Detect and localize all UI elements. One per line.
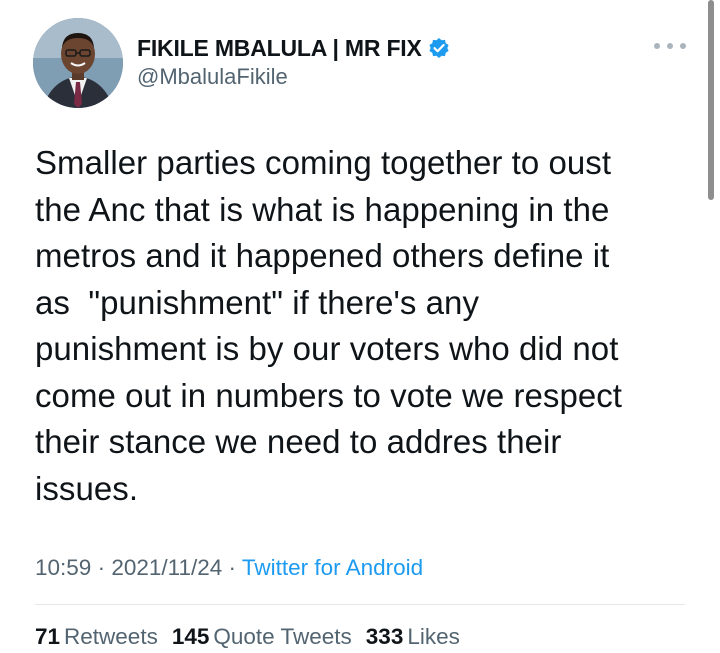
- likes-stat[interactable]: 333 Likes: [366, 624, 460, 650]
- retweets-stat[interactable]: 71 Retweets: [35, 624, 158, 650]
- tweet-text-line: the Anc that is what is happening in the: [35, 190, 610, 228]
- meta-separator: ·: [91, 555, 112, 580]
- tweet-text-line: punishment is by our voters who did not: [35, 330, 619, 367]
- quote-tweets-stat[interactable]: 145 Quote Tweets: [172, 624, 352, 650]
- author-handle[interactable]: @MbalulaFikile: [137, 64, 288, 90]
- retweets-count: 71: [35, 624, 61, 649]
- author-display-name[interactable]: FIKILE MBALULA | MR FIX: [137, 35, 422, 62]
- tweet-text: Smaller parties coming together to oust …: [35, 140, 695, 512]
- likes-label: Likes: [407, 624, 460, 649]
- more-dot: [680, 43, 686, 49]
- scrollbar[interactable]: [708, 0, 714, 200]
- tweet-date[interactable]: 2021/11/24: [111, 555, 222, 580]
- divider: [35, 604, 685, 605]
- tweet-time[interactable]: 10:59: [35, 555, 91, 580]
- tweet-source-link[interactable]: Twitter for Android: [242, 555, 423, 580]
- tweet-stats: 71 Retweets 145 Quote Tweets 333 Likes: [35, 624, 460, 650]
- more-options-icon[interactable]: [654, 38, 686, 54]
- more-dot: [654, 43, 660, 49]
- author-avatar[interactable]: [33, 18, 123, 108]
- tweet-text-line: come out in numbers to vote we respect: [35, 376, 623, 414]
- meta-separator: ·: [222, 555, 242, 580]
- verified-badge-icon: [428, 37, 450, 59]
- retweets-label: Retweets: [64, 624, 158, 649]
- avatar-photo: [33, 18, 123, 108]
- tweet-text-line: as "punishment" if there's any: [35, 283, 480, 321]
- quote-tweets-label: Quote Tweets: [213, 624, 352, 649]
- tweet-meta: 10:59 · 2021/11/24 · Twitter for Android: [35, 555, 423, 581]
- author-name-row: FIKILE MBALULA | MR FIX: [137, 34, 450, 62]
- quote-tweets-count: 145: [171, 624, 210, 649]
- tweet-text-line: issues.: [35, 469, 139, 507]
- more-dot: [667, 43, 673, 49]
- tweet-text-line: Smaller parties coming together to oust: [35, 144, 612, 181]
- tweet-text-line: metros and it happened others define it: [35, 237, 610, 274]
- tweet-text-line: their stance we need to addres their: [35, 423, 562, 460]
- likes-count: 333: [365, 624, 404, 649]
